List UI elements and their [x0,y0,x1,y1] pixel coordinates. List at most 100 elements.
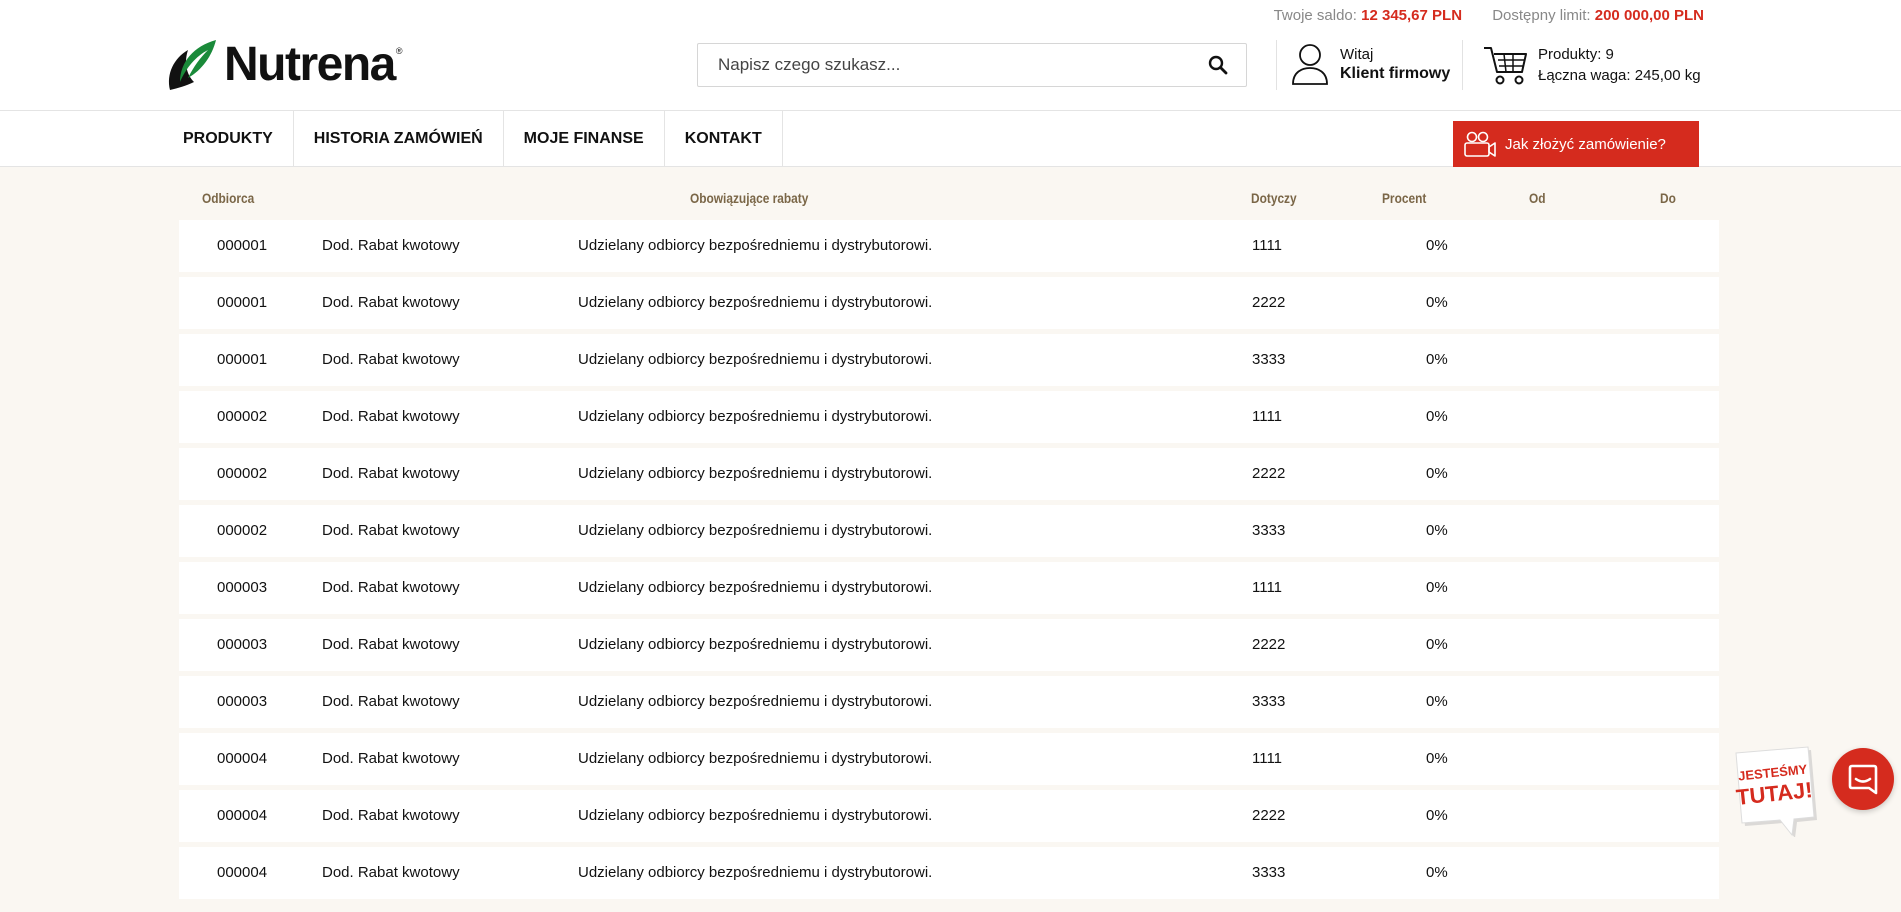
discount-description-cell: Udzielany odbiorcy bezpośredniemu i dyst… [578,351,933,368]
percent-cell: 0% [1426,522,1448,539]
applies-cell: 3333 [1252,864,1286,881]
applies-cell: 3333 [1252,693,1286,710]
user-name: Klient firmowy [1340,65,1451,82]
search-input[interactable] [698,44,1190,86]
discount-description-cell: Udzielany odbiorcy bezpośredniemu i dyst… [578,522,933,539]
percent-cell: 0% [1426,465,1448,482]
discount-description-cell: Udzielany odbiorcy bezpośredniemu i dyst… [578,465,933,482]
column-header-to: Do [1660,190,1676,206]
balance-value: 12 345,67 PLN [1361,7,1463,24]
nav-item-historia-zamowien[interactable]: HISTORIA ZAMÓWIEŃ [294,111,504,166]
cart-products-count: Produkty: 9 [1538,46,1614,63]
percent-cell: 0% [1426,807,1448,824]
discount-description-cell: Udzielany odbiorcy bezpośredniemu i dyst… [578,693,933,710]
nutrena-logo[interactable]: Nutrena ® [164,36,403,94]
applies-cell: 2222 [1252,465,1286,482]
table-row: 000002 Dod. Rabat kwotowy Udzielany odbi… [179,448,1719,500]
chat-icon [1848,764,1878,795]
discount-name-cell: Dod. Rabat kwotowy [322,237,460,254]
recipient-cell: 000002 [217,465,268,482]
discount-name-cell: Dod. Rabat kwotowy [322,864,460,881]
percent-cell: 0% [1426,579,1448,596]
recipient-cell: 000002 [217,408,268,425]
recipient-cell: 000002 [217,522,268,539]
table-row: 000003 Dod. Rabat kwotowy Udzielany odbi… [179,562,1719,614]
nav-item-kontakt[interactable]: KONTAKT [665,111,783,166]
recipient-cell: 000003 [217,693,268,710]
table-row: 000004 Dod. Rabat kwotowy Udzielany odbi… [179,790,1719,842]
limit-value: 200 000,00 PLN [1594,7,1704,24]
applies-cell: 1111 [1252,579,1283,596]
video-call-icon [1464,131,1496,157]
table-row: 000002 Dod. Rabat kwotowy Udzielany odbi… [179,391,1719,443]
discount-description-cell: Udzielany odbiorcy bezpośredniemu i dyst… [578,237,933,254]
discount-name-cell: Dod. Rabat kwotowy [322,807,460,824]
user-icon [1292,44,1328,85]
discount-description-cell: Udzielany odbiorcy bezpośredniemu i dyst… [578,750,933,767]
recipient-cell: 000001 [217,351,268,368]
discount-description-cell: Udzielany odbiorcy bezpośredniemu i dyst… [578,294,933,311]
percent-cell: 0% [1426,864,1448,881]
percent-cell: 0% [1426,693,1448,710]
percent-cell: 0% [1426,351,1448,368]
table-header: Odbiorca Obowiązujące rabaty Dotyczy Pro… [179,167,1719,220]
discount-name-cell: Dod. Rabat kwotowy [322,693,460,710]
user-account[interactable]: Witaj Klient firmowy [1290,42,1450,86]
applies-cell: 1111 [1252,750,1283,767]
applies-cell: 3333 [1252,522,1286,539]
search-icon [1208,55,1228,75]
discount-description-cell: Udzielany odbiorcy bezpośredniemu i dyst… [578,579,933,596]
percent-cell: 0% [1426,237,1448,254]
discount-name-cell: Dod. Rabat kwotowy [322,750,460,767]
logo-text: Nutrena [224,38,396,91]
main-navigation: PRODUKTY HISTORIA ZAMÓWIEŃ MOJE FINANSE … [0,111,1901,167]
table-row: 000001 Dod. Rabat kwotowy Udzielany odbi… [179,334,1719,386]
column-header-discounts: Obowiązujące rabaty [690,190,809,206]
chat-button[interactable] [1832,748,1894,810]
column-header-applies: Dotyczy [1251,190,1297,206]
site-header: Twoje saldo: 12 345,67 PLN Dostępny limi… [0,0,1901,111]
discount-description-cell: Udzielany odbiorcy bezpośredniemu i dyst… [578,636,933,653]
percent-cell: 0% [1426,294,1448,311]
recipient-cell: 000004 [217,864,268,881]
table-row: 000002 Dod. Rabat kwotowy Udzielany odbi… [179,505,1719,557]
logo-registered-mark: ® [395,46,403,56]
percent-cell: 0% [1426,408,1448,425]
column-header-from: Od [1529,190,1546,206]
discounts-table: Odbiorca Obowiązujące rabaty Dotyczy Pro… [179,167,1719,904]
applies-cell: 1111 [1252,408,1283,425]
discount-name-cell: Dod. Rabat kwotowy [322,294,460,311]
cart-icon [1484,47,1527,85]
applies-cell: 3333 [1252,351,1286,368]
user-greeting: Witaj [1340,46,1374,63]
table-row: 000004 Dod. Rabat kwotowy Udzielany odbi… [179,733,1719,785]
percent-cell: 0% [1426,750,1448,767]
cart-summary[interactable]: Produkty: 9 Łączna waga: 245,00 kg [1482,44,1701,86]
recipient-cell: 000001 [217,294,268,311]
column-header-recipient: Odbiorca [202,190,255,206]
nav-item-produkty[interactable]: PRODUKTY [163,111,294,166]
recipient-cell: 000003 [217,636,268,653]
discount-name-cell: Dod. Rabat kwotowy [322,636,460,653]
applies-cell: 1111 [1252,237,1283,254]
table-row: 000003 Dod. Rabat kwotowy Udzielany odbi… [179,676,1719,728]
recipient-cell: 000004 [217,750,268,767]
discount-name-cell: Dod. Rabat kwotowy [322,465,460,482]
table-row: 000001 Dod. Rabat kwotowy Udzielany odbi… [179,277,1719,329]
recipient-cell: 000003 [217,579,268,596]
table-row: 000004 Dod. Rabat kwotowy Udzielany odbi… [179,847,1719,899]
recipient-cell: 000004 [217,807,268,824]
balance-label: Twoje saldo: [1273,7,1357,24]
account-summary: Twoje saldo: 12 345,67 PLN Dostępny limi… [1274,7,1704,24]
header-divider [1462,40,1463,90]
we-are-here-badge[interactable]: JESTEŚMY TUTAJ! [1730,745,1820,838]
discount-name-cell: Dod. Rabat kwotowy [322,351,460,368]
how-to-order-button[interactable]: Jak złożyć zamówienie? [1453,121,1699,167]
nav-item-moje-finanse[interactable]: MOJE FINANSE [504,111,665,166]
discount-name-cell: Dod. Rabat kwotowy [322,579,460,596]
table-row: 000001 Dod. Rabat kwotowy Udzielany odbi… [179,220,1719,272]
search-bar [697,43,1247,87]
search-button[interactable] [1190,44,1246,86]
discount-name-cell: Dod. Rabat kwotowy [322,408,460,425]
leaf-logo-icon [168,40,216,90]
